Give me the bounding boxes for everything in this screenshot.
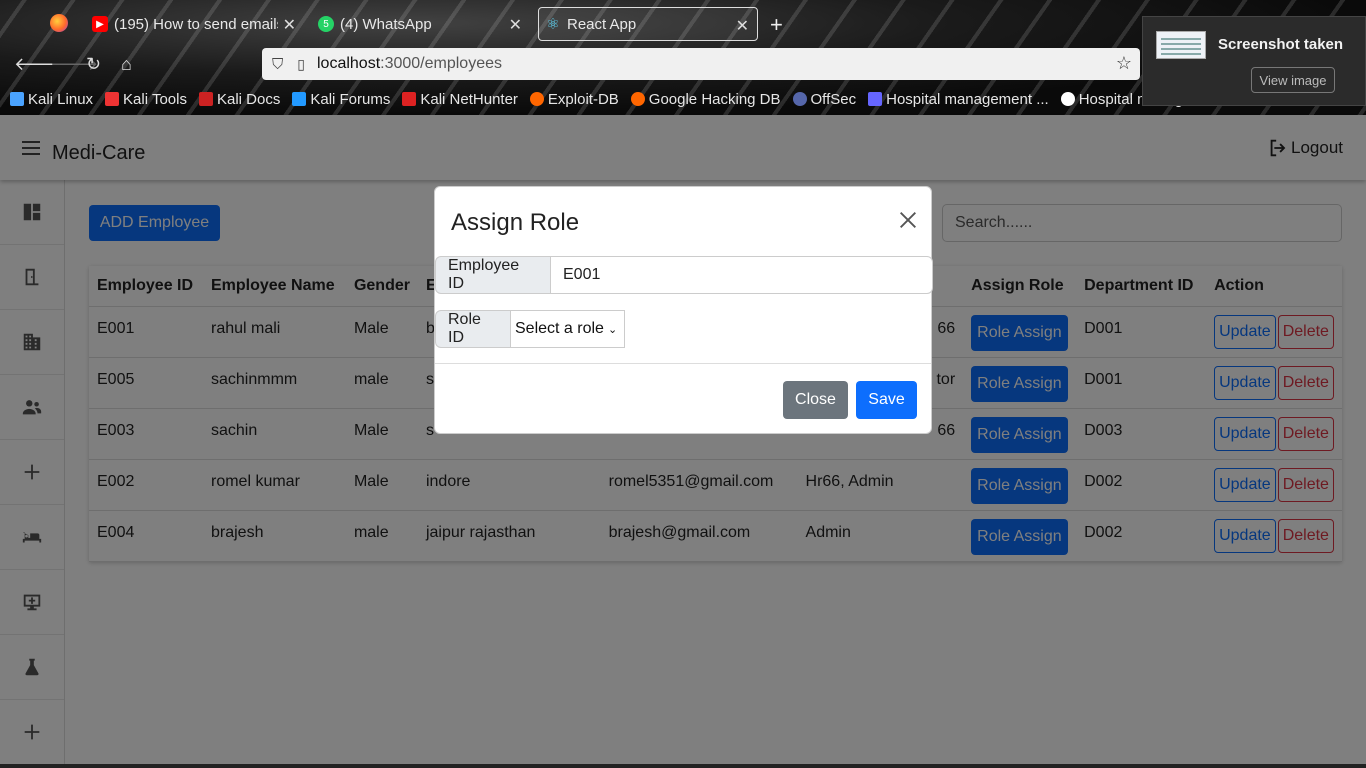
assign-role-modal: Assign Role Employee ID E001 Role ID Sel… xyxy=(434,186,933,434)
bookmarks-bar: Kali Linux Kali Tools Kali Docs Kali For… xyxy=(10,88,1253,110)
reload-icon[interactable]: ↻ xyxy=(86,54,101,75)
url-text[interactable]: localhost:3000/employees xyxy=(317,55,502,73)
shield-icon[interactable]: ⛉ xyxy=(272,56,283,73)
tab-title: (4) WhatsApp xyxy=(340,15,432,33)
tab-title: React App xyxy=(567,15,637,33)
close-button[interactable]: Close xyxy=(783,381,848,419)
bookmark-item[interactable]: Kali NetHunter xyxy=(402,91,518,108)
bookmark-item[interactable]: Kali Docs xyxy=(198,91,280,108)
notification-title: Screenshot taken xyxy=(1218,36,1344,53)
page-icon: ▯ xyxy=(297,55,305,72)
close-icon xyxy=(900,212,916,228)
tab-react-app[interactable]: ⚛ React App ✕ xyxy=(538,7,758,41)
browser-chrome: ▶ (195) How to send emails ✕ 5 (4) Whats… xyxy=(0,0,1366,115)
bookmark-item[interactable]: OffSec xyxy=(792,91,856,108)
code-icon xyxy=(868,92,883,106)
modal-title: Assign Role xyxy=(451,209,580,236)
kali-tools-icon xyxy=(105,92,120,106)
react-icon: ⚛ xyxy=(546,16,560,33)
close-tab-icon[interactable]: ✕ xyxy=(736,16,749,36)
exploit-db-icon xyxy=(529,92,544,106)
ghdb-icon xyxy=(630,92,645,106)
screenshot-thumbnail[interactable] xyxy=(1156,31,1206,59)
whatsapp-icon: 5 xyxy=(318,16,334,32)
close-tab-icon[interactable]: ✕ xyxy=(283,15,296,35)
bookmark-item[interactable]: Kali Tools xyxy=(105,91,187,108)
modal-close-icon[interactable] xyxy=(897,209,919,231)
modal-divider xyxy=(435,363,931,364)
youtube-icon: ▶ xyxy=(92,16,108,32)
firefox-icon[interactable] xyxy=(50,14,68,32)
employee-id-field[interactable]: E001 xyxy=(551,256,933,294)
employee-id-label: Employee ID xyxy=(435,256,551,294)
tab-youtube[interactable]: ▶ (195) How to send emails ✕ xyxy=(92,7,304,41)
close-tab-icon[interactable]: ✕ xyxy=(509,15,522,35)
kali-docs-icon xyxy=(198,92,213,106)
tab-whatsapp[interactable]: 5 (4) WhatsApp ✕ xyxy=(318,7,530,41)
view-image-button[interactable]: View image xyxy=(1251,67,1335,93)
nethunter-icon xyxy=(402,92,417,106)
bookmark-star-icon[interactable]: ☆ xyxy=(1116,53,1132,74)
home-icon[interactable]: ⌂ xyxy=(121,54,132,75)
bookmark-item[interactable]: Hospital management ... xyxy=(868,91,1049,108)
tab-title: (195) How to send emails xyxy=(114,15,278,33)
bookmark-item[interactable]: Kali Forums xyxy=(292,91,390,108)
save-button[interactable]: Save xyxy=(856,381,917,419)
bookmark-item[interactable]: Kali Linux xyxy=(10,91,93,108)
chevron-down-icon: ⌄ xyxy=(607,323,618,336)
bottom-edge xyxy=(0,764,1366,768)
employee-id-group: Employee ID E001 xyxy=(435,256,933,294)
bookmark-item[interactable]: Exploit-DB xyxy=(529,91,619,108)
offsec-icon xyxy=(792,92,807,106)
url-bar[interactable]: ⛉ ▯ localhost:3000/employees ☆ xyxy=(262,48,1140,80)
new-tab-icon[interactable]: + xyxy=(770,12,783,38)
role-select[interactable]: Select a role ⌄ xyxy=(511,310,625,348)
kali-icon xyxy=(10,92,24,106)
screenshot-notification: Screenshot taken View image xyxy=(1142,16,1366,106)
medium-icon xyxy=(1060,92,1075,106)
role-id-group: Role ID Select a role ⌄ xyxy=(435,310,625,348)
kali-forums-icon xyxy=(292,92,307,106)
bookmark-item[interactable]: Google Hacking DB xyxy=(630,91,781,108)
role-id-label: Role ID xyxy=(435,310,511,348)
role-select-value: Select a role xyxy=(515,320,604,337)
